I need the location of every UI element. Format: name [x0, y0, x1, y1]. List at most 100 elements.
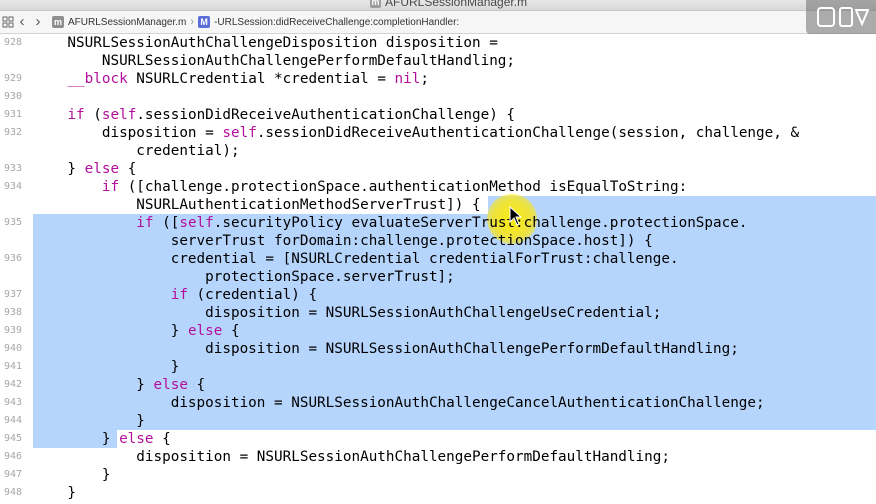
line-number: 943: [3, 397, 22, 408]
code-line[interactable]: 941 }: [0, 358, 876, 376]
code-line[interactable]: 934 if ([challenge.protectionSpace.authe…: [0, 178, 876, 196]
code-text: protectionSpace.serverTrust];: [33, 268, 455, 286]
line-number: 931: [3, 109, 22, 120]
line-number: 932: [3, 127, 22, 138]
code-token: serverTrust forDomain:challenge.protecti…: [33, 233, 653, 249]
code-text: disposition = NSURLSessionAuthChallengeU…: [33, 304, 661, 322]
code-line[interactable]: credential);: [0, 142, 876, 160]
code-line[interactable]: 946 disposition = NSURLSessionAuthChalle…: [0, 448, 876, 466]
code-line[interactable]: 937 if (credential) {: [0, 286, 876, 304]
code-line[interactable]: 942 } else {: [0, 376, 876, 394]
code-text: disposition = NSURLSessionAuthChallengeP…: [33, 340, 739, 358]
code-line[interactable]: NSURLAuthenticationMethodServerTrust]) {: [0, 196, 876, 214]
line-number: 929: [3, 73, 22, 84]
keyword-token: else: [84, 161, 120, 177]
chevron-right-icon: ›: [190, 16, 195, 28]
code-line[interactable]: NSURLSessionAuthChallengePerformDefaultH…: [0, 52, 876, 70]
jump-bar: ‹ › m AFURLSessionManager.m › M -URLSess…: [0, 11, 876, 34]
code-text: NSURLAuthenticationMethodServerTrust]) {: [33, 196, 480, 214]
line-number: 946: [3, 451, 22, 462]
forward-button[interactable]: ›: [30, 12, 46, 32]
line-number: 935: [3, 217, 22, 228]
code-line[interactable]: protectionSpace.serverTrust];: [0, 268, 876, 286]
code-line[interactable]: 933 } else {: [0, 160, 876, 178]
code-text: disposition = NSURLSessionAuthChallengeP…: [33, 448, 670, 466]
keyword-token: self: [179, 215, 214, 231]
keyword-token: else: [187, 323, 223, 339]
code-text: __block NSURLCredential *credential = ni…: [33, 70, 429, 88]
code-token: disposition = NSURLSessionAuthChallengeP…: [33, 341, 739, 357]
line-number: 937: [3, 289, 22, 300]
code-token: }: [33, 413, 145, 429]
code-token: NSURLSessionAuthChallengeDisposition dis…: [33, 35, 498, 51]
code-token: }: [33, 467, 111, 483]
keyword-token: self: [222, 125, 257, 141]
code-line[interactable]: 938 disposition = NSURLSessionAuthChalle…: [0, 304, 876, 322]
code-token: disposition = NSURLSessionAuthChallengeC…: [33, 395, 765, 411]
jump-bar-method-label: -URLSession:didReceiveChallenge:completi…: [214, 16, 460, 28]
line-number: 930: [3, 91, 22, 102]
code-line[interactable]: 932 disposition = self.sessionDidReceive…: [0, 124, 876, 142]
code-token: {: [222, 323, 240, 339]
line-number: 936: [3, 253, 22, 264]
window-titlebar: m AFURLSessionManager.m: [0, 0, 876, 11]
code-token: }: [33, 377, 154, 393]
code-text: }: [33, 358, 180, 376]
code-token: }: [33, 359, 180, 375]
code-line[interactable]: 930: [0, 88, 876, 106]
code-line[interactable]: 931 if (self.sessionDidReceiveAuthentica…: [0, 106, 876, 124]
code-line[interactable]: 943 disposition = NSURLSessionAuthChalle…: [0, 394, 876, 412]
related-items-icon[interactable]: [2, 16, 14, 28]
code-line[interactable]: 928 NSURLSessionAuthChallengeDisposition…: [0, 34, 876, 52]
jump-bar-file-label: AFURLSessionManager.m: [68, 16, 187, 28]
line-number: 933: [3, 163, 22, 174]
code-editor[interactable]: 928 NSURLSessionAuthChallengeDisposition…: [0, 34, 876, 504]
line-number: 934: [3, 181, 22, 192]
code-token: credential);: [33, 143, 240, 159]
code-line[interactable]: 929 __block NSURLCredential *credential …: [0, 70, 876, 88]
jump-bar-method-item[interactable]: M -URLSession:didReceiveChallenge:comple…: [198, 16, 459, 28]
code-text: credential);: [33, 142, 240, 160]
line-number: 948: [3, 487, 22, 498]
back-button[interactable]: ‹: [14, 12, 30, 32]
code-token: {: [153, 431, 171, 447]
line-number: 944: [3, 415, 22, 426]
code-line[interactable]: 947 }: [0, 466, 876, 484]
code-line[interactable]: serverTrust forDomain:challenge.protecti…: [0, 232, 876, 250]
line-number: 940: [3, 343, 22, 354]
code-text: }: [33, 484, 76, 502]
code-line[interactable]: 945 } else {: [0, 430, 876, 448]
code-token: }: [33, 431, 120, 447]
code-line[interactable]: 948 }: [0, 484, 876, 502]
code-text: if (self.sessionDidReceiveAuthentication…: [33, 106, 515, 124]
code-token: .sessionDidReceiveAuthenticationChalleng…: [136, 107, 516, 123]
code-token: disposition =: [33, 125, 223, 141]
code-line[interactable]: 939 } else {: [0, 322, 876, 340]
code-text: } else {: [33, 430, 171, 448]
code-line[interactable]: 936 credential = [NSURLCredential creden…: [0, 250, 876, 268]
code-token: credential = [NSURLCredential credential…: [33, 251, 679, 267]
code-line[interactable]: 944 }: [0, 412, 876, 430]
code-text: } else {: [33, 376, 205, 394]
code-token: ([: [153, 215, 180, 231]
code-token: }: [33, 323, 188, 339]
line-number: 941: [3, 361, 22, 372]
line-number: 938: [3, 307, 22, 318]
code-text: if ([self.securityPolicy evaluateServerT…: [33, 214, 747, 232]
code-token: {: [119, 161, 137, 177]
keyword-token: else: [153, 377, 188, 393]
code-token: .sessionDidReceiveAuthenticationChalleng…: [256, 125, 800, 141]
jump-bar-file-item[interactable]: m AFURLSessionManager.m: [52, 16, 186, 28]
line-number: 942: [3, 379, 22, 390]
window-title: m AFURLSessionManager.m: [370, 0, 527, 9]
code-token: (: [84, 107, 102, 123]
code-text: }: [33, 412, 145, 430]
code-token: (credential) {: [187, 287, 318, 303]
code-token: NSURLSessionAuthChallengePerformDefaultH…: [33, 53, 516, 69]
code-line[interactable]: 940 disposition = NSURLSessionAuthChalle…: [0, 340, 876, 358]
code-line[interactable]: 935 if ([self.securityPolicy evaluateSer…: [0, 214, 876, 232]
